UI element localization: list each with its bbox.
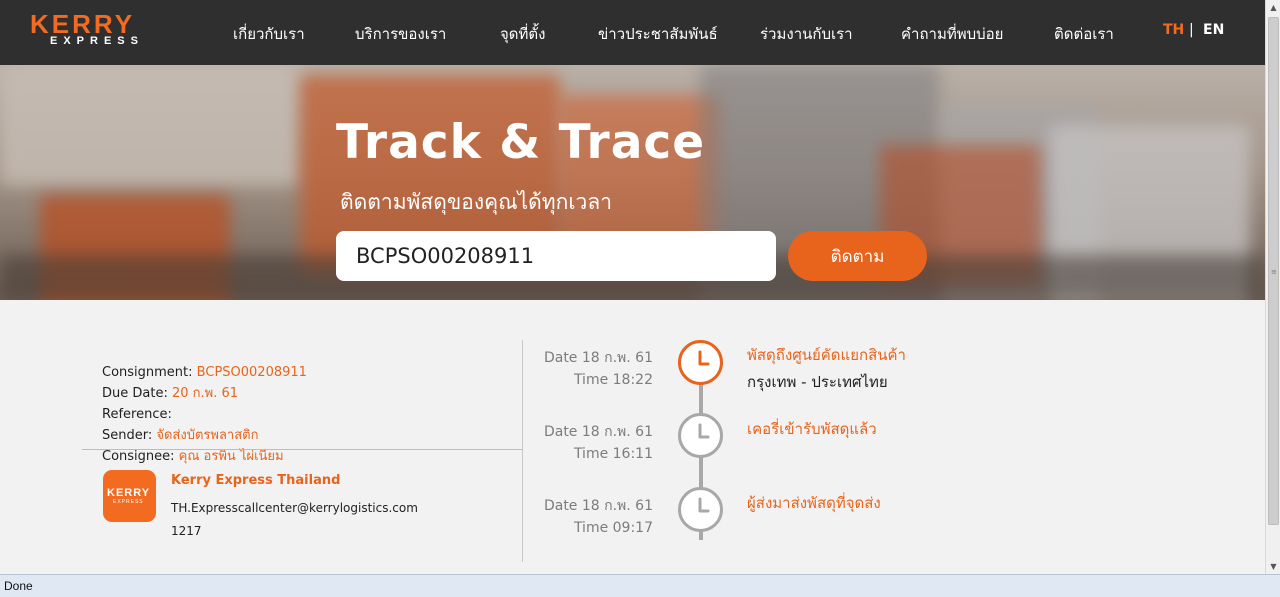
timeline-time: Time 16:11 [573,446,653,462]
nav-about[interactable]: เกี่ยวกับเรา [233,22,305,46]
track-button[interactable]: ติดตาม [788,231,927,281]
sender-label: Sender [102,428,148,443]
consignee-value: คุณ อรพิน ไผ่เนียม [178,449,284,464]
page-title: Track & Trace [336,115,706,170]
consignment-row: Consignment: BCPSO00208911 [102,365,307,380]
hero-banner: Track & Trace ติดตามพัสดุของคุณได้ทุกเวล… [0,65,1265,300]
scroll-grip-icon: ≡ [1271,268,1277,276]
timeline-date: Date 18 ก.พ. 61 [543,498,653,514]
app-icon-subtitle: EXPRESS [113,499,144,505]
due-date-row: Due Date: 20 ก.พ. 61 [102,386,239,401]
page-subtitle: ติดตามพัสดุของคุณได้ทุกเวลา [340,190,612,214]
clock-icon [678,340,723,385]
timeline-status: พัสดุถึงศูนย์คัดแยกสินค้า [747,346,906,364]
contact-phone: 1217 [171,524,202,538]
reference-row: Reference: [102,407,172,422]
consignee-label: Consignee [102,449,171,464]
timeline-date: Date 18 ก.พ. 61 [543,350,653,366]
sender-value: จัดส่งบัตรพลาสติก [156,428,259,443]
nav-careers[interactable]: ร่วมงานกับเรา [760,22,853,46]
kerry-app-icon: KERRY EXPRESS [103,470,156,522]
main-nav: เกี่ยวกับเรา บริการของเรา จุดที่ตั้ง ข่า… [0,22,1265,44]
timeline-status: ผู้ส่งมาส่งพัสดุที่จุดส่ง [747,494,881,512]
consignment-label: Consignment [102,365,189,380]
company-name: Kerry Express Thailand [171,473,341,488]
sender-row: Sender: จัดส่งบัตรพลาสติก [102,428,259,443]
tracking-result-panel: Consignment: BCPSO00208911 Due Date: 20 … [0,300,1265,574]
nav-contact[interactable]: ติดต่อเรา [1054,22,1114,46]
nav-faq[interactable]: คำถามที่พบบ่อย [901,22,1003,46]
timeline-date: Date 18 ก.พ. 61 [543,424,653,440]
timeline-status: เคอรี่เข้ารับพัสดุแล้ว [747,420,877,438]
clock-icon [678,487,723,532]
lang-th-link[interactable]: TH [1163,22,1184,38]
scroll-thumb[interactable]: ≡ [1268,17,1279,525]
contact-email[interactable]: TH.Expresscallcenter@kerrylogistics.com [171,501,418,515]
lang-separator: | [1189,22,1194,38]
due-date-label: Due Date [102,386,164,401]
tracking-number-input[interactable] [336,231,776,281]
clock-icon [678,413,723,458]
scroll-down-arrow-icon[interactable]: ▼ [1266,559,1280,574]
column-divider [522,340,523,562]
nav-services[interactable]: บริการของเรา [355,22,446,46]
reference-label: Reference [102,407,168,422]
details-divider [82,449,522,450]
nav-locations[interactable]: จุดที่ตั้ง [500,22,545,46]
timeline-time: Time 18:22 [573,372,653,388]
top-nav-bar: KERRY EXPRESS เกี่ยวกับเรา บริการของเรา … [0,0,1265,65]
timeline-time: Time 09:17 [573,520,653,536]
due-date-value: 20 ก.พ. 61 [171,386,239,401]
hero-bg-shape [0,65,300,185]
vertical-scrollbar[interactable]: ▲ ≡ ▼ [1265,0,1280,574]
status-text: Done [4,579,33,593]
shipment-details: Consignment: BCPSO00208911 Due Date: 20 … [102,362,307,467]
scroll-up-arrow-icon[interactable]: ▲ [1266,0,1280,15]
nav-news[interactable]: ข่าวประชาสัมพันธ์ [598,22,718,46]
consignment-value: BCPSO00208911 [196,365,307,380]
timeline-location: กรุงเทพ - ประเทศไทย [747,373,888,391]
lang-en-link[interactable]: EN [1203,22,1224,38]
app-icon-wordmark: KERRY [107,487,151,499]
browser-status-bar: Done [0,574,1280,597]
